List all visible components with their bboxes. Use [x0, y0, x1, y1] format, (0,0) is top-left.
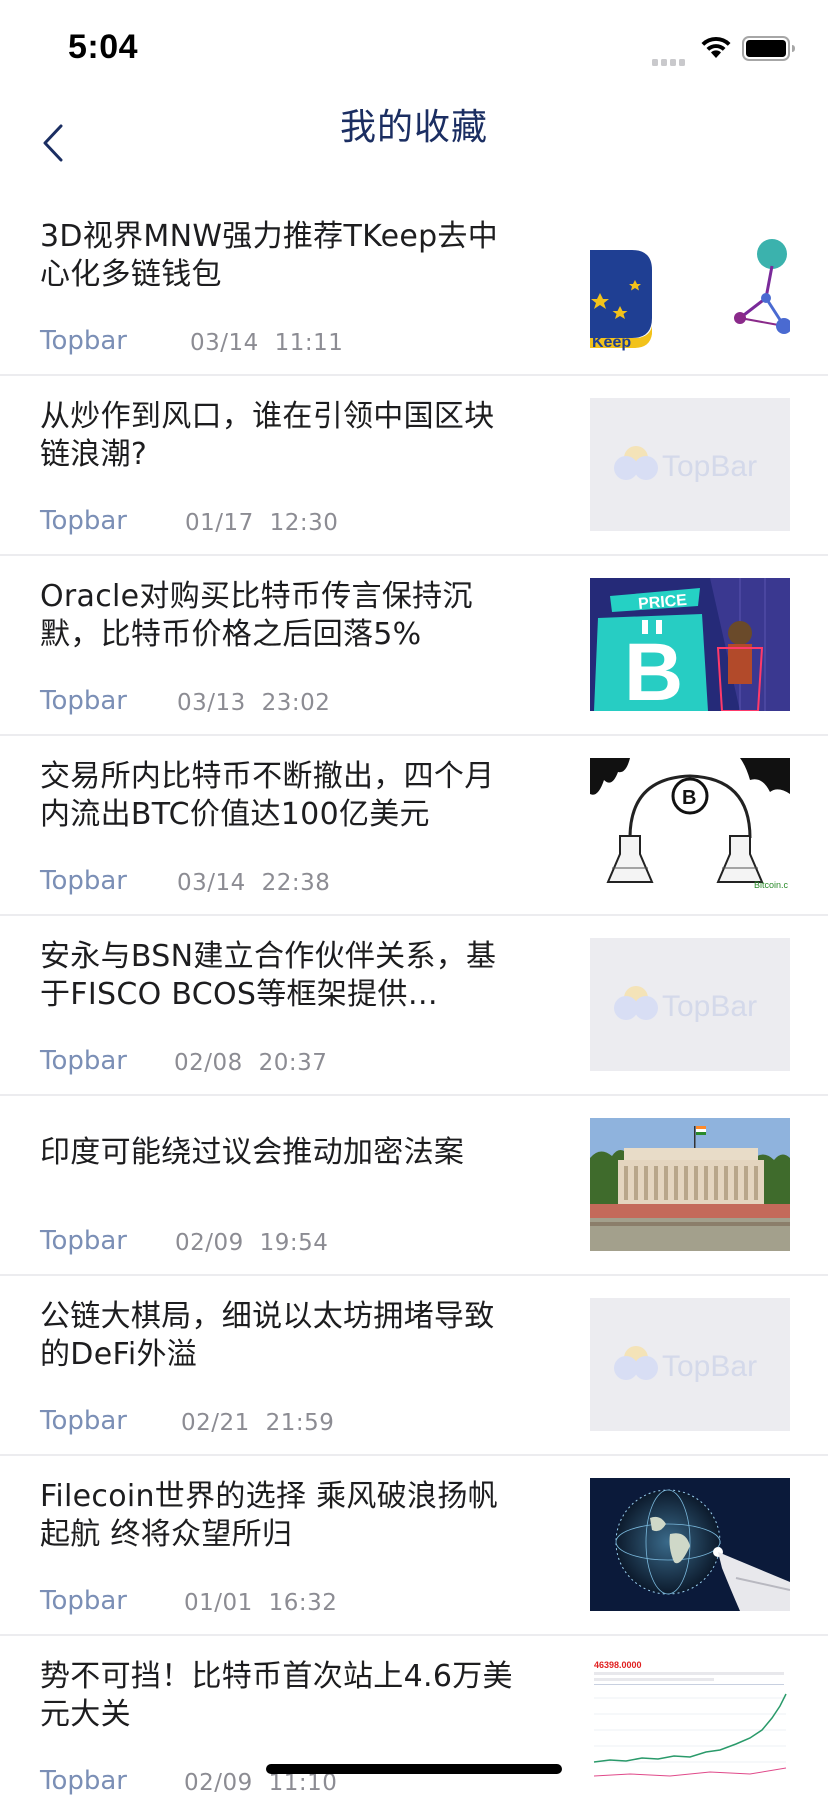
news-item[interactable]: 势不可挡！比特币首次站上4.6万美元大关 Topbar 02/09 11:10 … — [0, 1636, 828, 1816]
news-time: 01/01 16:32 — [184, 1590, 338, 1616]
news-item[interactable]: 公链大棋局，细说以太坊拥堵导致的DeFi外溢 Topbar 02/21 21:5… — [0, 1276, 828, 1456]
news-source: Topbar — [40, 866, 128, 896]
news-source: Topbar — [40, 1226, 128, 1256]
svg-text:B: B — [682, 787, 696, 809]
news-thumbnail: PRICE B — [590, 578, 790, 711]
news-time: 02/21 21:59 — [181, 1410, 335, 1436]
news-thumbnail: B Bitcoin.c — [590, 758, 790, 891]
news-source: Topbar — [40, 686, 128, 716]
news-title: 公链大棋局，细说以太坊拥堵导致的DeFi外溢 — [40, 1299, 495, 1372]
watermark-text: Bitcoin.c — [754, 880, 789, 890]
placeholder-logo-text: TopBar — [662, 990, 757, 1023]
nav-bar: 我的收藏 — [0, 100, 828, 190]
news-title: 安永与BSN建立合作伙伴关系，基于FISCO BCOS等框架提供… — [40, 939, 497, 1012]
svg-text:Keep: Keep — [592, 334, 631, 351]
news-item[interactable]: Filecoin世界的选择 乘风破浪扬帆起航 终将众望所归 Topbar 01/… — [0, 1456, 828, 1636]
news-thumbnail — [590, 1478, 790, 1611]
news-source: Topbar — [40, 1046, 128, 1076]
news-source: Topbar — [40, 1586, 128, 1616]
news-time: 02/08 20:37 — [174, 1050, 328, 1076]
svg-text:B: B — [624, 627, 683, 711]
news-thumbnail: TopBar — [590, 398, 790, 531]
page-title: 我的收藏 — [339, 107, 488, 148]
placeholder-logo-text: TopBar — [662, 450, 757, 483]
news-thumbnail: TopBar — [590, 1298, 790, 1431]
news-time: 02/09 19:54 — [175, 1230, 329, 1256]
price-readout-text: 46398.0000 — [594, 1660, 642, 1670]
news-title: 交易所内比特币不断撤出，四个月内流出BTC价值达100亿美元 — [40, 759, 495, 832]
news-item[interactable]: 交易所内比特币不断撤出，四个月内流出BTC价值达100亿美元 Topbar 03… — [0, 736, 828, 916]
news-item[interactable]: 印度可能绕过议会推动加密法案 Topbar 02/09 19:54 — [0, 1096, 828, 1276]
wifi-icon — [700, 34, 732, 64]
news-title: 印度可能绕过议会推动加密法案 — [40, 1135, 465, 1170]
news-thumbnail: Keep — [590, 218, 790, 351]
news-title: Filecoin世界的选择 乘风破浪扬帆起航 终将众望所归 — [40, 1479, 498, 1552]
news-thumbnail — [590, 1118, 790, 1251]
news-time: 03/14 11:11 — [190, 330, 344, 356]
news-source: Topbar — [40, 1406, 128, 1436]
news-item[interactable]: Oracle对购买比特币传言保持沉默，比特币价格之后回落5% Topbar 03… — [0, 556, 828, 736]
news-item[interactable]: 3D视界MNW强力推荐TKeep去中心化多链钱包 Topbar 03/14 11… — [0, 196, 828, 376]
news-source: Topbar — [40, 326, 128, 356]
signal-icon — [652, 52, 688, 71]
home-indicator[interactable] — [266, 1764, 562, 1774]
news-title: Oracle对购买比特币传言保持沉默，比特币价格之后回落5% — [40, 579, 473, 652]
news-time: 03/13 23:02 — [177, 690, 331, 716]
news-title: 从炒作到风口，谁在引领中国区块链浪潮? — [40, 399, 495, 472]
placeholder-logo-text: TopBar — [662, 1350, 757, 1383]
news-title: 3D视界MNW强力推荐TKeep去中心化多链钱包 — [40, 219, 499, 292]
news-source: Topbar — [40, 506, 128, 536]
battery-icon — [742, 36, 796, 66]
news-title: 势不可挡！比特币首次站上4.6万美元大关 — [40, 1659, 513, 1732]
status-time: 5:04 — [68, 28, 139, 66]
news-thumbnail: 46398.0000 — [590, 1658, 790, 1791]
news-time: 03/14 22:38 — [177, 870, 331, 896]
news-thumbnail: TopBar — [590, 938, 790, 1071]
news-item[interactable]: 从炒作到风口，谁在引领中国区块链浪潮? Topbar 01/17 12:30 T… — [0, 376, 828, 556]
news-time: 01/17 12:30 — [185, 510, 339, 536]
news-item[interactable]: 安永与BSN建立合作伙伴关系，基于FISCO BCOS等框架提供… Topbar… — [0, 916, 828, 1096]
status-bar: 5:04 — [0, 0, 828, 100]
